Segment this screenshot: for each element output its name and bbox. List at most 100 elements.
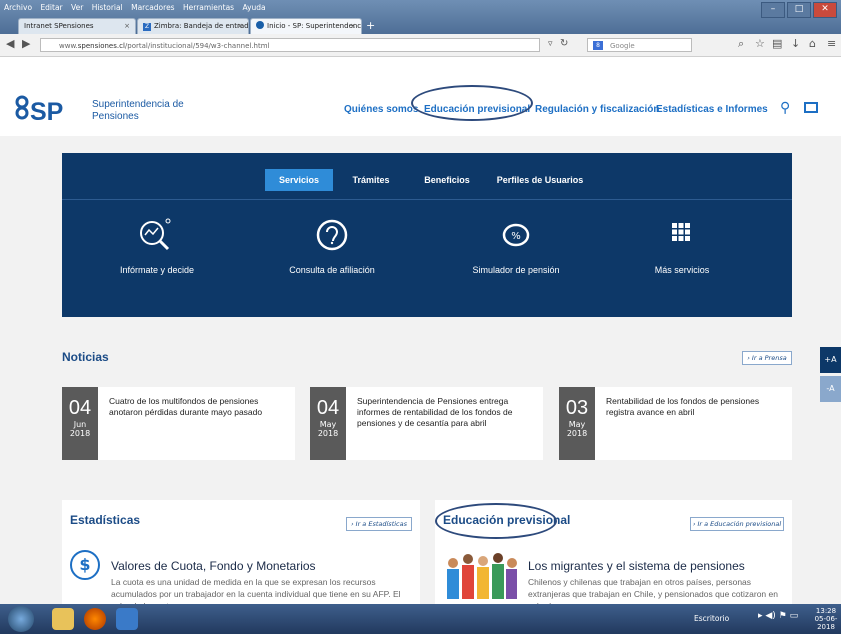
menu-ayuda[interactable]: Ayuda — [242, 3, 265, 12]
news-day: 04 — [316, 397, 340, 419]
app-icon[interactable] — [116, 608, 138, 630]
news-card[interactable]: 04 Jun 2018 Cuatro de los multifondos de… — [62, 387, 295, 460]
news-card[interactable]: 04 May 2018 Superintendencia de Pensione… — [310, 387, 543, 460]
tab-beneficios[interactable]: Beneficios — [416, 169, 478, 191]
logo-text-pensiones: Pensiones — [92, 111, 139, 122]
minimize-icon[interactable]: – — [761, 2, 785, 18]
logo-text: Superintendencia de — [92, 99, 184, 110]
font-decrease-button[interactable]: -A — [820, 376, 841, 402]
news-card[interactable]: 03 May 2018 Rentabilidad de los fondos d… — [559, 387, 792, 460]
browser-menubar: Archivo Editar Ver Historial Marcadores … — [4, 3, 272, 12]
menu-herramientas[interactable]: Herramientas — [183, 3, 234, 12]
news-year: 2018 — [317, 429, 339, 438]
url-bar[interactable]: www.spensiones.cl/portal/institucional/5… — [40, 38, 540, 52]
magnifier-icon[interactable]: ⌕ — [738, 37, 744, 51]
tray-icons[interactable]: ▸ ◀) ⚑ ▭ — [758, 611, 798, 621]
news-month: Jun — [73, 420, 87, 429]
tab-intranet[interactable]: Intranet SPensiones × — [18, 18, 136, 34]
search-input[interactable]: 8 Google — [587, 38, 692, 52]
bookmark-star-icon[interactable]: ☆ — [755, 37, 765, 50]
desktop-toolbar-label[interactable]: Escritorio — [694, 614, 729, 623]
education-card-title[interactable]: Los migrantes y el sistema de pensiones — [528, 559, 745, 573]
menu-archivo[interactable]: Archivo — [4, 3, 32, 12]
nav-regulacion[interactable]: Regulación y fiscalización — [535, 104, 659, 115]
ir-a-estadisticas-link[interactable]: › Ir a Estadísticas — [346, 517, 412, 531]
maximize-icon[interactable]: □ — [787, 2, 811, 18]
news-month: May — [568, 420, 586, 429]
annotation-circle — [435, 503, 557, 539]
migrants-illustration-icon — [447, 553, 517, 599]
news-date: 04 May 2018 — [310, 387, 346, 460]
news-year: 2018 — [566, 429, 588, 438]
tab-perfiles[interactable]: Perfiles de Usuarios — [490, 169, 590, 191]
education-card-body: Chilenos y chilenas que trabajan en otro… — [528, 577, 778, 604]
grid-icon[interactable] — [672, 223, 690, 241]
dropdown-arrow-icon[interactable]: ▿ — [548, 39, 553, 49]
menu-editar[interactable]: Editar — [40, 3, 62, 12]
tab-servicios[interactable]: Servicios — [265, 169, 333, 191]
menu-ver[interactable]: Ver — [71, 3, 83, 12]
mail-icon[interactable] — [804, 102, 818, 113]
nav-quienes-somos[interactable]: Quiénes somos — [344, 104, 418, 115]
fingerprint-icon[interactable] — [316, 219, 348, 251]
news-heading: Noticias — [62, 350, 109, 364]
file-explorer-icon[interactable] — [52, 608, 74, 630]
url-path: /portal/institucional/594/w3-channel.htm… — [124, 42, 270, 50]
service-label[interactable]: Consulta de afiliación — [272, 265, 392, 275]
magnifier-chart-icon[interactable] — [134, 215, 174, 255]
reload-icon[interactable]: ↻ — [560, 38, 568, 49]
news-date: 04 Jun 2018 — [62, 387, 98, 460]
url-domain: spensiones.cl — [77, 42, 125, 50]
menu-marcadores[interactable]: Marcadores — [131, 3, 175, 12]
stats-card-title[interactable]: Valores de Cuota, Fondo y Monetarios — [111, 559, 316, 573]
ir-a-educacion-link[interactable]: › Ir a Educación previsional — [690, 517, 784, 531]
close-window-icon[interactable]: ✕ — [813, 2, 837, 18]
news-year: 2018 — [69, 429, 91, 438]
tab-label: Inicio - SP: Superintendenc... — [267, 22, 362, 30]
close-icon[interactable]: × — [237, 19, 243, 34]
menu-historial[interactable]: Historial — [92, 3, 123, 12]
news-day: 03 — [565, 397, 589, 419]
download-icon[interactable]: ↓ — [791, 37, 800, 50]
tray-clock[interactable]: 13:28 05-06-2018 — [812, 607, 840, 631]
back-icon[interactable]: ◀ — [6, 37, 14, 50]
news-day: 04 — [68, 397, 92, 419]
logo-sp[interactable]: SP — [30, 98, 63, 127]
piggy-bank-percent-icon[interactable]: % — [498, 217, 534, 253]
dollar-icon: $ — [70, 550, 100, 580]
service-label[interactable]: Más servicios — [637, 265, 727, 275]
clock-time: 13:28 — [815, 607, 837, 615]
menu-icon[interactable]: ≡ — [827, 37, 836, 50]
divider — [62, 199, 792, 200]
nav-estadisticas[interactable]: Estadísticas e Informes — [656, 104, 768, 115]
tab-label: Intranet SPensiones — [24, 22, 94, 30]
news-text[interactable]: Superintendencia de Pensiones entrega in… — [357, 396, 537, 429]
font-increase-button[interactable]: +A — [820, 347, 841, 373]
news-date: 03 May 2018 — [559, 387, 595, 460]
service-label[interactable]: Infórmate y decide — [102, 265, 212, 275]
ir-a-prensa-link[interactable]: › Ir a Prensa — [742, 351, 792, 365]
sp-favicon-icon — [256, 21, 264, 29]
news-text[interactable]: Cuatro de los multifondos de pensiones a… — [109, 396, 289, 418]
news-month: May — [319, 420, 337, 429]
sp-logo-icon — [15, 95, 29, 120]
start-button[interactable] — [8, 606, 34, 632]
clipboard-icon[interactable]: ▤ — [772, 37, 782, 50]
close-icon[interactable]: × — [350, 19, 356, 34]
news-text[interactable]: Rentabilidad de los fondos de pensiones … — [606, 396, 786, 418]
new-tab-icon[interactable]: + — [366, 19, 375, 32]
home-icon[interactable]: ⌂ — [809, 37, 816, 50]
firefox-icon[interactable] — [84, 608, 106, 630]
tab-zimbra[interactable]: Z Zimbra: Bandeja de entrad... × — [137, 18, 249, 34]
clock-date: 05-06-2018 — [814, 615, 838, 631]
forward-icon[interactable]: ▶ — [22, 37, 30, 50]
service-label[interactable]: Simulador de pensión — [458, 265, 574, 275]
tab-label: Zimbra: Bandeja de entrad... — [154, 22, 249, 30]
stats-card-body: La cuota es una unidad de medida en la q… — [111, 577, 401, 604]
url-prefix: www. — [59, 42, 78, 50]
tab-inicio-sp[interactable]: Inicio - SP: Superintendenc... × — [250, 18, 362, 34]
tab-tramites[interactable]: Trámites — [342, 169, 400, 191]
annotation-circle — [411, 85, 533, 121]
close-icon[interactable]: × — [124, 19, 130, 34]
search-icon[interactable]: ⚲ — [780, 100, 790, 116]
